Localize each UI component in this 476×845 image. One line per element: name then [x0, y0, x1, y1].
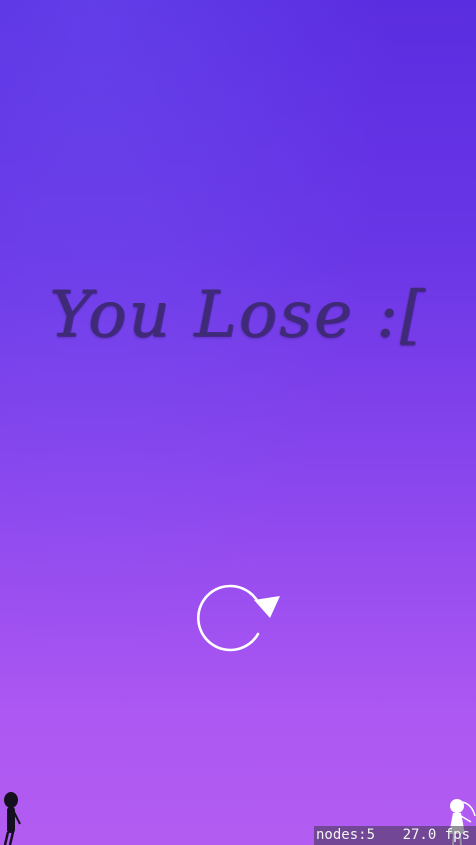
- restart-icon[interactable]: [194, 578, 286, 662]
- game-over-title: You Lose :[: [49, 278, 427, 352]
- boy-silhouette-icon: [3, 792, 21, 845]
- fps-counter: 27.0 fps: [402, 827, 470, 843]
- game-screen: You Lose :[ nodes:5 27.0 fps: [0, 0, 476, 845]
- node-count: nodes:5: [316, 827, 376, 843]
- restart-button[interactable]: [194, 578, 286, 662]
- debug-stats-overlay: nodes:5 27.0 fps: [314, 826, 476, 845]
- boy-character: [0, 790, 22, 845]
- background-gradient: [0, 0, 476, 845]
